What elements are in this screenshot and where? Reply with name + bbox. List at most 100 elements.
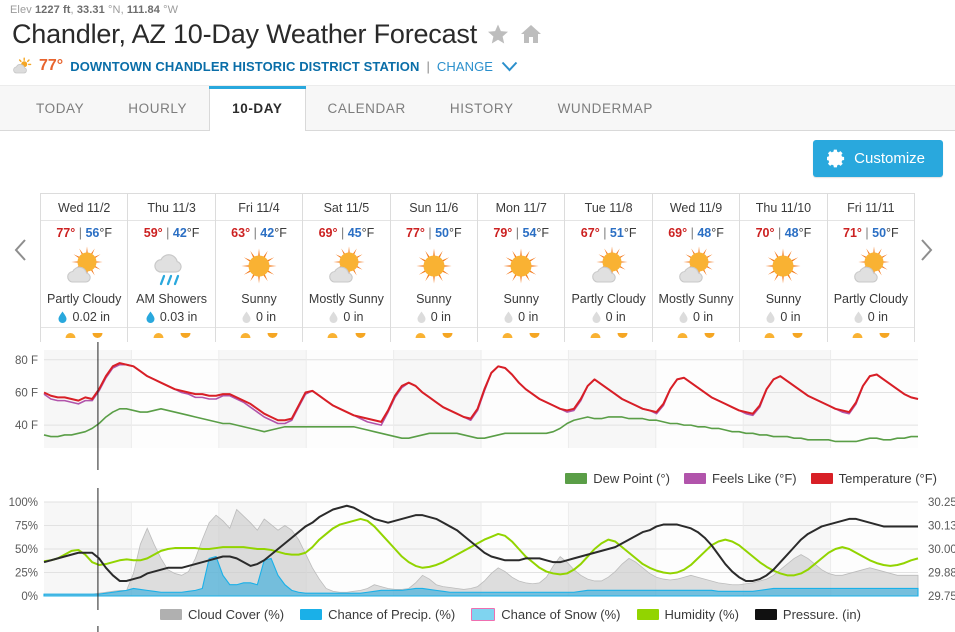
mostly-sunny-icon: [303, 242, 389, 290]
forecast-unit: °F: [623, 226, 637, 240]
forecast-temps: 70° | 48°F: [740, 221, 826, 242]
sunrise-icon: [326, 331, 339, 340]
forecast-next-arrow[interactable]: [919, 238, 941, 262]
forecast-precip: 0 in: [303, 306, 389, 327]
sun-times-row: [827, 327, 915, 342]
forecast-day-column[interactable]: Fri 11/11 71° | 50°F Partly Cloudy 0 in: [827, 194, 915, 342]
sunset-icon: [91, 331, 104, 340]
sun-times-row: [565, 327, 652, 342]
sun-times-row: [303, 327, 390, 342]
chevron-down-icon[interactable]: [501, 61, 518, 72]
legend-item[interactable]: Chance of Precip. (%): [300, 607, 455, 622]
forecast-low: 50: [435, 226, 450, 240]
forecast-condition: Mostly Sunny: [308, 292, 384, 306]
change-station-link[interactable]: CHANGE: [437, 59, 493, 74]
elevation-coordinates: Elev 1227 ft, 33.31 °N, 111.84 °W: [0, 0, 955, 16]
forecast-precip: 0 in: [740, 306, 826, 327]
forecast-day-column[interactable]: Sat 11/5 69° | 45°F Mostly Sunny 0 in: [303, 194, 391, 342]
sunset-icon: [266, 331, 279, 340]
station-row: 77° DOWNTOWN CHANDLER HISTORIC DISTRICT …: [0, 51, 955, 75]
station-name-link[interactable]: DOWNTOWN CHANDLER HISTORIC DISTRICT STAT…: [70, 59, 419, 74]
tab-wundermap[interactable]: WUNDERMAP: [536, 86, 675, 130]
forecast-unit: °F: [274, 226, 287, 240]
forecast-precip-amount: 0 in: [343, 310, 364, 324]
forecast-day-column[interactable]: Thu 11/3 59° | 42°F AM Showers 0.03 in: [128, 194, 216, 342]
forecast-unit: °F: [449, 226, 462, 240]
tab-label: TODAY: [36, 100, 85, 116]
current-temperature: 77°: [39, 57, 64, 74]
forecast-high: 59°: [143, 226, 163, 240]
elev-value: 1227 ft: [34, 4, 71, 16]
precip-amount-chart-svg[interactable]: 0.4: [0, 626, 955, 632]
tab-calendar[interactable]: CALENDAR: [306, 86, 428, 130]
forecast-unit: °F: [711, 226, 724, 240]
forecast-precip: 0 in: [478, 306, 564, 327]
mostly-sunny-icon: [653, 242, 739, 290]
forecast-day-label: Tue 11/8: [565, 197, 652, 221]
forecast-day-column[interactable]: Wed 11/9 69° | 48°F Mostly Sunny 0 in: [652, 194, 741, 342]
sunrise-icon: [239, 331, 252, 340]
legend-swatch: [754, 609, 777, 620]
sunny-icon: [391, 242, 477, 290]
forecast-precip: 0.03 in: [128, 306, 214, 327]
forecast-day-label: Mon 11/7: [478, 197, 565, 221]
star-icon[interactable]: [486, 22, 510, 46]
legend-swatch: [810, 473, 833, 484]
forecast-temps: 59° | 42°F: [128, 221, 214, 242]
legend-item[interactable]: Humidity (%): [636, 607, 739, 622]
forecast-temps: 69° | 48°F: [653, 221, 739, 242]
tab-10-day[interactable]: 10-DAY: [209, 86, 306, 131]
forecast-day-column[interactable]: Wed 11/2 77° | 56°F Partly Cloudy 0.02 i…: [41, 194, 129, 342]
rain-drop-icon: [679, 311, 688, 323]
legend-swatch: [471, 608, 496, 621]
forecast-day-column[interactable]: Tue 11/8 67° | 51°F Partly Cloudy 0 in: [565, 194, 653, 342]
forecast-precip-amount: 0 in: [430, 310, 451, 324]
legend-label: Humidity (%): [664, 607, 739, 622]
forecast-temps: 71° | 50°F: [828, 221, 914, 242]
tab-label: 10-DAY: [232, 101, 283, 116]
forecast-temp-divider: |: [340, 226, 345, 240]
tab-today[interactable]: TODAY: [14, 86, 106, 130]
tab-history[interactable]: HISTORY: [428, 86, 536, 130]
legend-label: Temperature (°F): [838, 471, 937, 486]
forecast-temps: 63° | 42°F: [216, 221, 302, 242]
home-icon[interactable]: [519, 22, 543, 46]
temperature-chart-svg[interactable]: 40 F 60 F 80 F: [0, 342, 955, 470]
legend-item[interactable]: Pressure. (in): [754, 607, 861, 622]
tab-label: HOURLY: [128, 100, 188, 116]
forecast-precip-amount: 0 in: [780, 310, 801, 324]
forecast-low: 45: [347, 226, 362, 240]
sunrise-icon: [676, 331, 689, 340]
tab-hourly[interactable]: HOURLY: [106, 86, 209, 130]
sunset-icon: [703, 331, 716, 340]
forecast-high: 67°: [580, 226, 600, 240]
legend-item[interactable]: Chance of Snow (%): [471, 607, 621, 622]
forecast-prev-arrow[interactable]: [14, 238, 36, 262]
sunset-icon: [441, 331, 454, 340]
forecast-high: 69°: [668, 226, 688, 240]
sunny-icon: [478, 242, 564, 290]
forecast-day-table: Wed 11/2 77° | 56°F Partly Cloudy 0.02 i…: [40, 193, 915, 342]
latitude-unit: °N,: [104, 4, 127, 16]
forecast-day-column[interactable]: Fri 11/4 63° | 42°F Sunny 0 in: [215, 194, 304, 342]
legend-label: Pressure. (in): [782, 607, 861, 622]
legend-item[interactable]: Dew Point (°): [565, 471, 670, 486]
forecast-day-column[interactable]: Thu 11/10 70° | 48°F Sunny 0 in: [740, 194, 828, 342]
forecast-high: 63°: [231, 226, 251, 240]
forecast-day-column[interactable]: Mon 11/7 79° | 54°F Sunny 0 in: [478, 194, 566, 342]
forecast-day-label: Sat 11/5: [303, 197, 390, 221]
customize-button[interactable]: Customize: [813, 140, 943, 177]
forecast-day-column[interactable]: Sun 11/6 77° | 50°F Sunny 0 in: [390, 194, 479, 342]
forecast-unit: °F: [798, 226, 812, 240]
forecast-strip: Wed 11/2 77° | 56°F Partly Cloudy 0.02 i…: [0, 193, 955, 342]
conditions-chart-svg[interactable]: 0% 29.75 25% 29.88 50% 30.00 75% 30.13 100% 30.25: [0, 488, 955, 610]
legend-item[interactable]: Cloud Cover (%): [160, 607, 284, 622]
forecast-condition: Sunny: [503, 292, 539, 306]
legend-item[interactable]: Temperature (°F): [810, 471, 937, 486]
sunset-icon: [878, 331, 891, 340]
sunrise-icon: [501, 331, 514, 340]
legend-item[interactable]: Feels Like (°F): [683, 471, 797, 486]
forecast-high: 69°: [318, 226, 338, 240]
forecast-temp-divider: |: [78, 226, 82, 240]
forecast-precip: 0 in: [828, 306, 914, 327]
